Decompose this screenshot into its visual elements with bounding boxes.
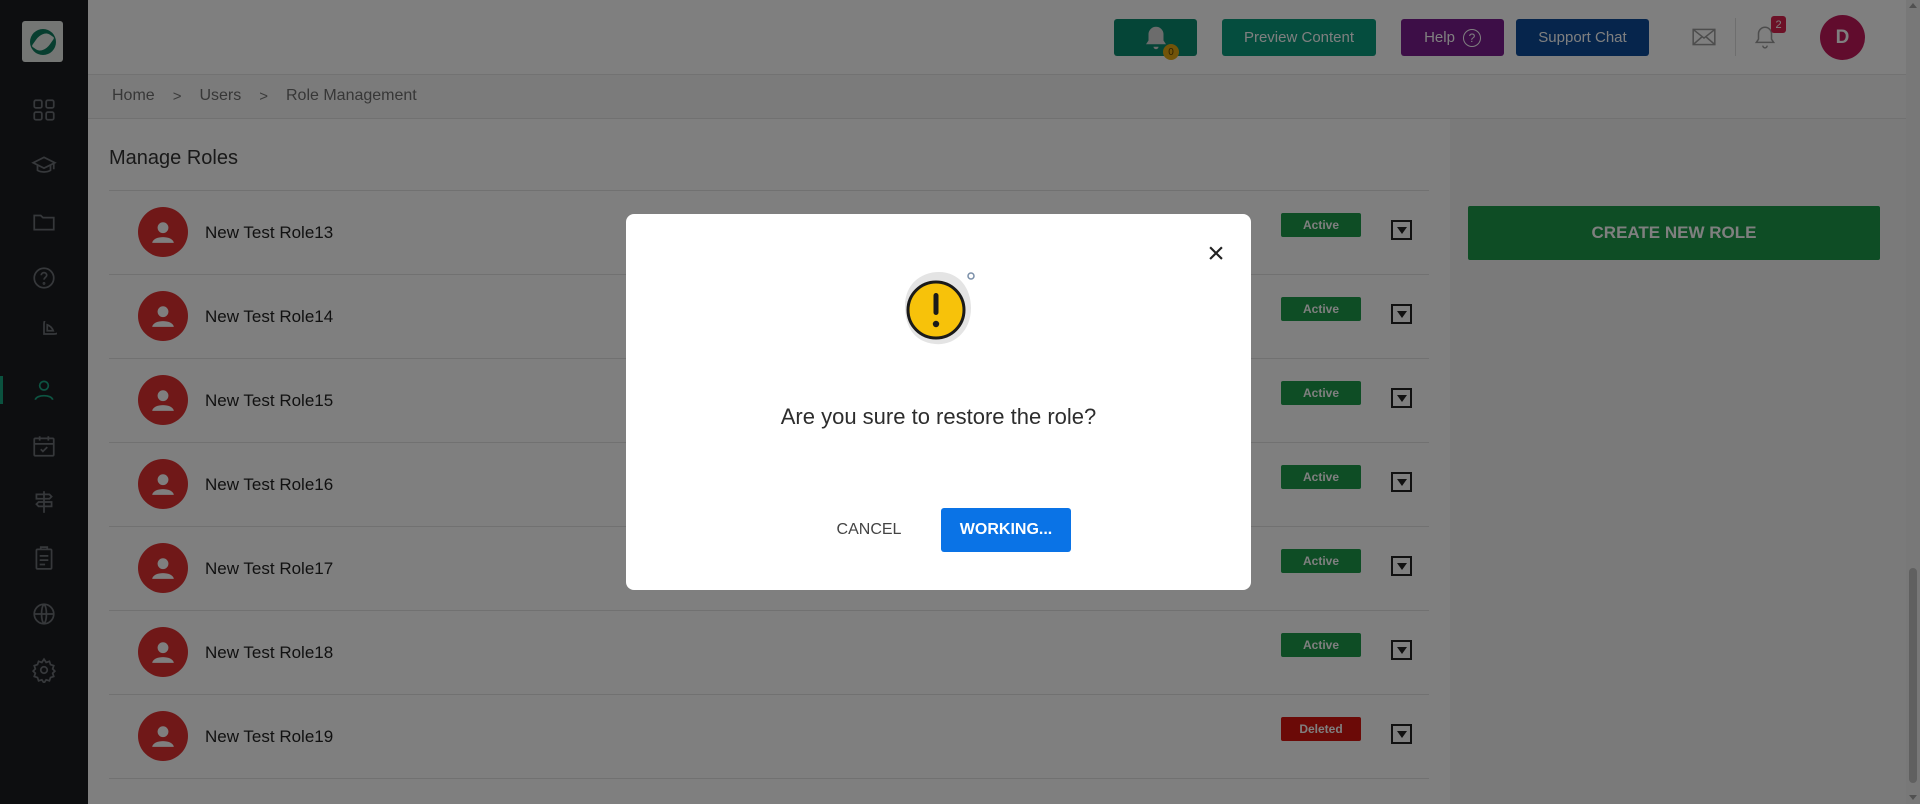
restore-role-dialog: × Are you sure to restore the role? CANC… [626, 214, 1251, 590]
warning-icon [905, 272, 975, 345]
cancel-button[interactable]: CANCEL [824, 508, 914, 552]
confirm-restore-button[interactable]: WORKING... [941, 508, 1071, 552]
close-icon[interactable]: × [1204, 237, 1228, 270]
dialog-message: Are you sure to restore the role? [780, 404, 1097, 429]
